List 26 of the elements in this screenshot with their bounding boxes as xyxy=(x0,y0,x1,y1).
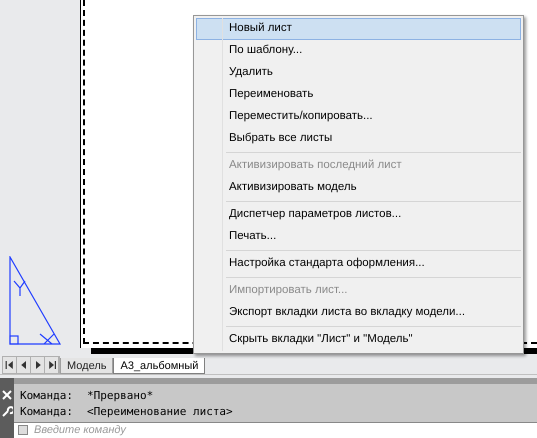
menu-item[interactable]: Настройка стандарта оформления... xyxy=(196,253,521,275)
menu-item[interactable]: Удалить xyxy=(196,62,521,84)
menu-item[interactable]: Печать... xyxy=(196,226,521,248)
menu-item[interactable]: Переместить/копировать... xyxy=(196,106,521,128)
command-input-field[interactable]: Введите команду xyxy=(14,422,537,438)
menu-item[interactable]: Экспорт вкладки листа во вкладку модели... xyxy=(196,302,521,324)
menu-item[interactable]: Новый лист xyxy=(196,18,521,40)
command-text: <Переименование листа> xyxy=(86,404,233,420)
command-text: *Прервано* xyxy=(86,388,154,404)
menu-item[interactable]: Выбрать все листы xyxy=(196,128,521,150)
sheet-tab[interactable]: Модель xyxy=(60,358,114,374)
first-page-icon[interactable] xyxy=(3,357,17,373)
close-icon[interactable] xyxy=(2,390,12,400)
wrench-icon[interactable] xyxy=(1,406,13,418)
prompt-icon[interactable] xyxy=(18,425,28,435)
sheet-tab[interactable]: А3_альбомный xyxy=(113,358,206,374)
menu-item[interactable]: По шаблону... xyxy=(196,40,521,62)
menu-item[interactable]: Диспетчер параметров листов... xyxy=(196,204,521,226)
menu-item[interactable]: Активизировать модель xyxy=(196,177,521,199)
menu-item[interactable]: Переименовать xyxy=(196,84,521,106)
previous-icon[interactable] xyxy=(17,357,31,373)
next-icon[interactable] xyxy=(31,357,45,373)
menu-item[interactable]: Скрыть вкладки "Лист" и "Модель" xyxy=(196,329,521,351)
command-prompt: Команда: xyxy=(20,404,73,420)
command-prompt: Команда: xyxy=(20,388,73,404)
last-page-icon[interactable] xyxy=(45,357,59,373)
